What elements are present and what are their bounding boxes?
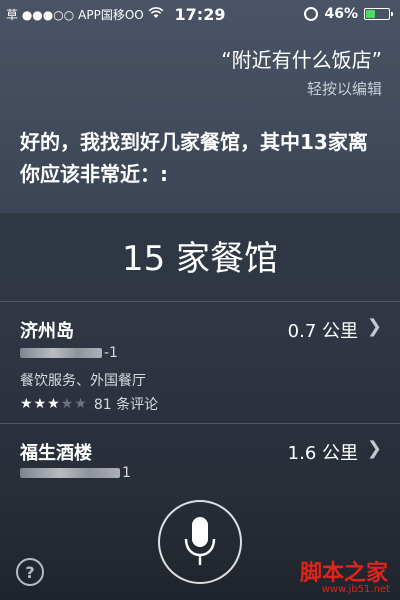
- help-button[interactable]: ?: [16, 558, 44, 586]
- divider: [0, 423, 400, 424]
- microphone-button[interactable]: [158, 500, 242, 584]
- status-right: 46%: [304, 6, 393, 22]
- restaurant-category: 餐饮服务、外国餐厅: [20, 373, 146, 389]
- restaurant-name: 济州岛: [20, 321, 74, 342]
- star-icon: ★: [60, 396, 75, 412]
- chevron-right-icon: ❯: [366, 316, 382, 337]
- carrier-name: APP国移OO: [78, 7, 144, 22]
- wifi-icon: [148, 6, 164, 22]
- microphone-icon: [184, 517, 216, 565]
- edit-hint: 轻按以编辑: [306, 80, 382, 98]
- restaurant-address: -1: [20, 345, 118, 361]
- rotation-lock-icon: [304, 7, 319, 21]
- restaurant-distance: 0.7 公里: [287, 321, 358, 342]
- star-icon: ★: [74, 396, 88, 412]
- chevron-right-icon: ❯: [366, 438, 382, 459]
- restaurant-address: 1: [20, 465, 131, 481]
- review-count: 81 条评论: [93, 397, 159, 413]
- siri-query[interactable]: “附近有什么饭店”: [221, 44, 382, 73]
- rating-stars: ★★★★★: [20, 396, 88, 412]
- battery-percent: 46%: [324, 6, 358, 22]
- restaurant-name: 福生酒楼: [20, 443, 92, 464]
- siri-reply: 好的，我找到好几家餐馆，其中13家离你应该非常近：:: [20, 130, 368, 186]
- star-icon: ★: [47, 396, 61, 412]
- watermark-logo: 脚本之家: [299, 560, 388, 586]
- address-suffix: -1: [104, 345, 118, 361]
- battery-fill: [366, 10, 376, 18]
- battery-icon: [364, 8, 393, 20]
- watermark-url: www.jb51.net: [321, 584, 390, 595]
- carrier-info: 草 ●●●○○ APP国移OO: [6, 6, 164, 23]
- star-icon: ★: [20, 396, 34, 412]
- address-redaction: [20, 348, 102, 358]
- star-icon: ★: [33, 396, 48, 412]
- address-suffix: 1: [122, 465, 131, 481]
- address-redaction: [20, 468, 120, 478]
- status-bar: 草 ●●●○○ APP国移OO 17:29 46%: [0, 0, 400, 28]
- carrier-label: 草 ●●●○○: [6, 7, 75, 22]
- results-card: 15 家餐馆 济州岛 0.7 公里 ❯ -1 餐饮服务、外国餐厅 ★★★★★ 8…: [0, 212, 400, 485]
- restaurant-rating: ★★★★★ 81 条评论: [20, 394, 158, 414]
- results-title: 15 家餐馆: [121, 239, 279, 279]
- divider: [0, 301, 400, 302]
- restaurant-distance: 1.6 公里: [287, 443, 358, 464]
